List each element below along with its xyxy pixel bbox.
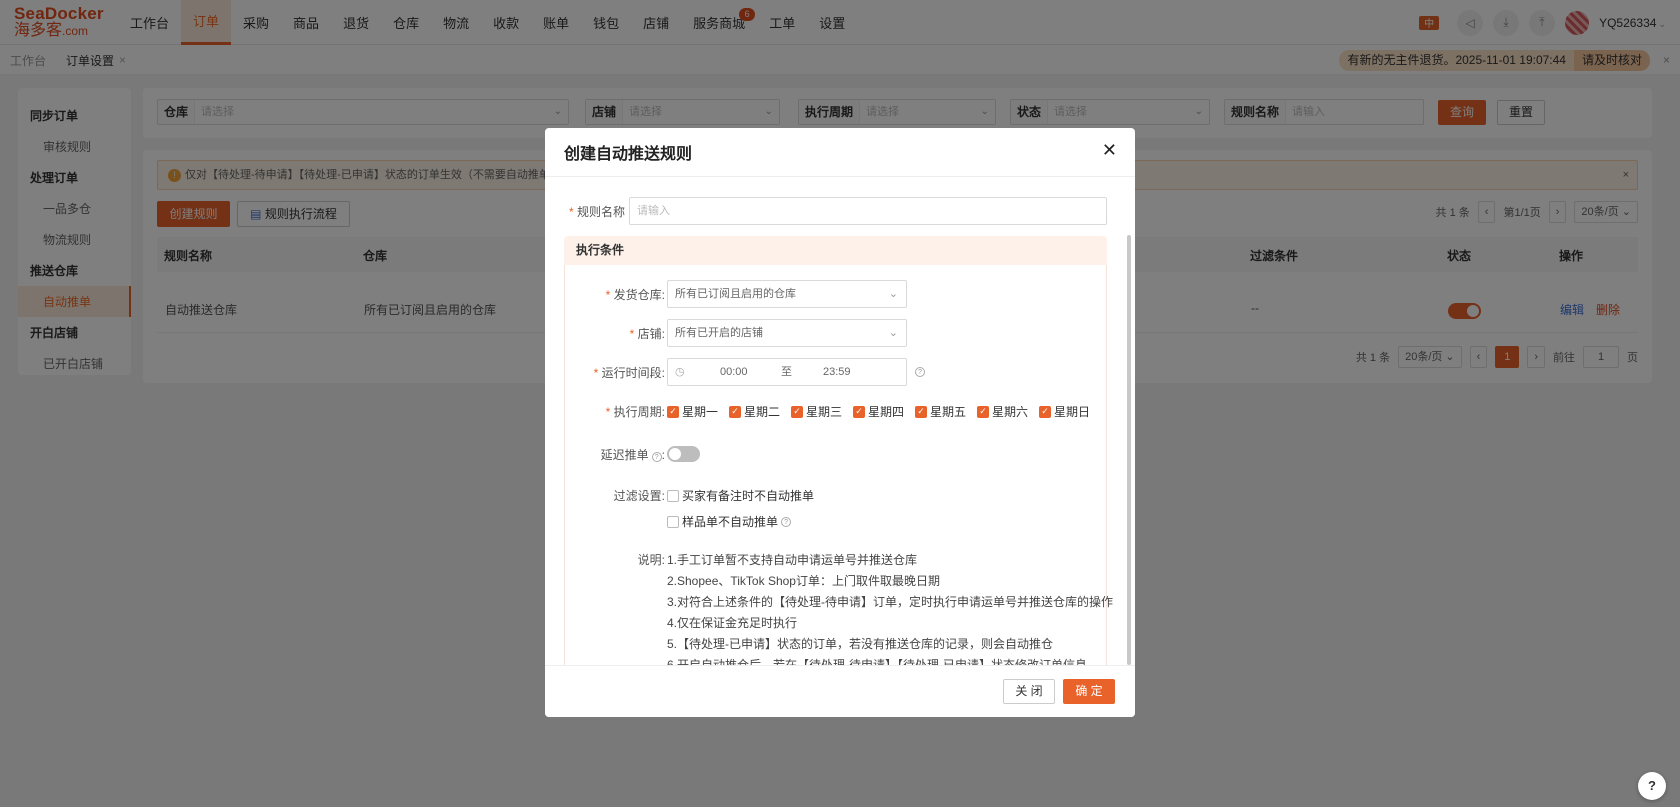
chevron-down-icon: ⌄ — [888, 327, 898, 339]
chevron-down-icon: ⌄ — [888, 288, 898, 300]
confirm-button[interactable]: 确 定 — [1063, 679, 1115, 704]
filter-option-sample[interactable]: 样品单不自动推单? — [667, 513, 792, 530]
weekday-checkbox[interactable]: ✓ 星期二 — [729, 403, 780, 420]
label-text: 执行周期: — [613, 405, 665, 419]
filter-label: 过滤设置: — [565, 487, 665, 504]
note-label: 说明: — [565, 551, 665, 568]
weekday-label: 星期二 — [744, 405, 781, 419]
label-text: 过滤设置: — [613, 489, 665, 503]
label-text: 运行时间段: — [601, 366, 665, 380]
weekday-checkbox[interactable]: ✓ 星期五 — [915, 403, 966, 420]
check-icon[interactable]: ✓ — [915, 405, 927, 418]
delay-label: 延迟推单?: — [600, 448, 665, 462]
checkbox[interactable] — [667, 489, 679, 502]
checkbox[interactable] — [667, 515, 679, 528]
note-line: 5.【待处理-已申请】状态的订单，若没有推送仓库的记录，则会自动推仓 — [667, 637, 1054, 651]
rule-name-label: * 规则名称 — [568, 205, 625, 219]
weekday-checkbox[interactable]: ✓ 星期四 — [853, 403, 904, 420]
check-icon[interactable]: ✓ — [977, 405, 989, 418]
shop-value: 所有已开启的店铺 — [675, 327, 763, 339]
weekday-checkbox[interactable]: ✓ 星期一 — [667, 403, 718, 420]
weekday-checkbox[interactable]: ✓ 星期日 — [1039, 403, 1090, 420]
option-label: 买家有备注时不自动推单 — [682, 489, 815, 503]
check-icon[interactable]: ✓ — [729, 405, 741, 418]
note-line: 2.Shopee、TikTok Shop订单：上门取件取最晚日期 — [667, 574, 940, 588]
note-line: 6.开启自动推仓后，若在【待处理-待申请】【待处理-已申请】状态修改订单信息 — [667, 658, 1088, 665]
help-icon[interactable]: ? — [651, 452, 662, 462]
weekday-label: 星期日 — [1054, 405, 1091, 419]
weekday-checkbox[interactable]: ✓ 星期六 — [977, 403, 1028, 420]
help-icon[interactable]: ? — [915, 367, 925, 377]
warehouse-value: 所有已订阅且启用的仓库 — [675, 288, 796, 300]
time-range-picker[interactable]: ◷ 00:00 至 23:59 — [667, 358, 907, 386]
warehouse-label: * 发货仓库: — [605, 288, 665, 302]
weekday-label: 星期四 — [868, 405, 905, 419]
help-float-button[interactable]: ? — [1638, 772, 1666, 800]
weekday-label: 星期六 — [992, 405, 1029, 419]
weekday-label: 星期三 — [806, 405, 843, 419]
note-line: 3.对符合上述条件的【待处理-待申请】订单，定时执行申请运单号并推送仓库的操作 — [667, 595, 1114, 609]
filter-option-buyer-note[interactable]: 买家有备注时不自动推单 — [667, 487, 814, 504]
note-line: 1.手工订单暂不支持自动申请运单号并推送仓库 — [667, 553, 918, 567]
time-label: * 运行时间段: — [593, 366, 665, 380]
time-separator: 至 — [781, 366, 792, 378]
period-label: * 执行周期: — [605, 405, 665, 419]
weekday-label: 星期五 — [930, 405, 967, 419]
weekday-label: 星期一 — [682, 405, 719, 419]
option-label: 样品单不自动推单 — [682, 515, 779, 529]
label-text: 发货仓库: — [613, 288, 665, 302]
shop-select[interactable]: 所有已开启的店铺 ⌄ — [667, 319, 907, 347]
check-icon[interactable]: ✓ — [667, 405, 679, 418]
help-icon[interactable]: ? — [781, 516, 792, 527]
close-button[interactable]: 关 闭 — [1003, 679, 1055, 704]
delay-toggle[interactable] — [667, 446, 700, 462]
warehouse-select[interactable]: 所有已订阅且启用的仓库 ⌄ — [667, 280, 907, 308]
note-line: 4.仅在保证金充足时执行 — [667, 616, 798, 630]
label-text: 说明: — [637, 553, 665, 567]
label-text: 店铺: — [637, 327, 665, 341]
check-icon[interactable]: ✓ — [853, 405, 865, 418]
modal-footer: 关 闭 确 定 — [545, 665, 1135, 717]
rule-name-input[interactable]: 请输入 — [629, 197, 1107, 225]
label-text: 延迟推单 — [600, 448, 649, 462]
shop-label: * 店铺: — [629, 327, 665, 341]
time-end[interactable]: 23:59 — [823, 359, 851, 385]
label-text: 规则名称 — [576, 205, 625, 219]
time-start[interactable]: 00:00 — [720, 359, 748, 385]
modal-body: * 规则名称 请输入 执行条件 * 发货仓库: 所有已订阅且启用的仓库 ⌄ * 店… — [545, 176, 1135, 665]
weekday-checkbox[interactable]: ✓ 星期三 — [791, 403, 842, 420]
modal-scrollbar[interactable] — [1127, 235, 1131, 665]
section-title: 执行条件 — [564, 236, 1107, 265]
modal-title: 创建自动推送规则 — [564, 146, 693, 163]
create-rule-modal: 创建自动推送规则 ✕ * 规则名称 请输入 执行条件 * 发货仓库: 所有已订阅… — [545, 128, 1135, 717]
close-icon[interactable]: ✕ — [1102, 140, 1117, 161]
check-icon[interactable]: ✓ — [791, 405, 803, 418]
clock-icon: ◷ — [675, 366, 685, 378]
check-icon[interactable]: ✓ — [1039, 405, 1051, 418]
